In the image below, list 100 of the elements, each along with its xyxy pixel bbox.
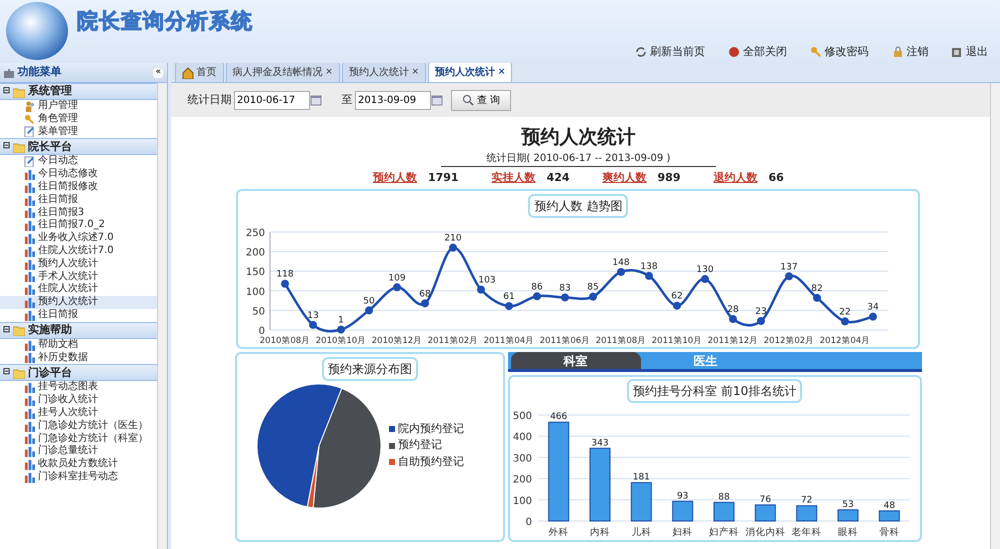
toggle-icon[interactable]: ⊟ xyxy=(2,84,10,98)
bar xyxy=(837,510,858,522)
menu-item[interactable]: 门急诊处方统计（科室） xyxy=(0,432,157,446)
axis-label: 200 xyxy=(512,474,532,486)
toolbar-button[interactable]: 修改密码 xyxy=(804,44,874,60)
summary-link[interactable]: 爽约人数 xyxy=(602,170,647,186)
collapse-button[interactable]: « xyxy=(152,66,164,78)
menu-item[interactable]: 门诊总量统计 xyxy=(0,445,157,458)
chart-icon xyxy=(24,382,35,394)
data-point xyxy=(281,280,290,288)
chart-icon xyxy=(24,182,35,193)
chart-icon xyxy=(24,169,35,180)
calendar-icon xyxy=(310,94,322,106)
close-button[interactable]: × xyxy=(498,66,506,80)
menu-item[interactable]: 预约人次统计 xyxy=(0,258,157,271)
menu-item[interactable]: 挂号人次统计 xyxy=(0,406,157,420)
data-label: 82 xyxy=(812,284,824,294)
data-label: 61 xyxy=(504,292,516,302)
axis-label: 400 xyxy=(512,432,532,444)
menu-group[interactable]: ⊟ 门诊平台 xyxy=(0,364,157,382)
date-field[interactable]: 2010-06-17 xyxy=(234,90,310,110)
query-button[interactable]: 查 询 xyxy=(451,90,512,110)
menu-item[interactable]: 往日简报修改 xyxy=(0,180,157,194)
data-point xyxy=(617,268,626,276)
menu-item[interactable]: 菜单管理 xyxy=(0,126,157,138)
menu-item[interactable]: 用户管理 xyxy=(0,100,157,113)
data-label: 103 xyxy=(478,275,496,286)
data-label: 76 xyxy=(759,495,771,506)
menu-item[interactable]: 收款员处方数统计 xyxy=(0,458,157,471)
menu-item[interactable]: 往日简报3 xyxy=(0,206,157,220)
menu-group[interactable]: ⊟ 院长平台 xyxy=(0,138,157,156)
menu-item[interactable]: 住院人次统计 xyxy=(0,283,157,296)
menu-item[interactable]: 帮助文档 xyxy=(0,338,157,352)
data-point xyxy=(561,293,570,302)
axis-label: 2012第02月 xyxy=(764,336,815,346)
axis-label: 骨科 xyxy=(879,527,900,538)
axis-label: 老年科 xyxy=(791,527,822,538)
chart-icon xyxy=(24,340,35,351)
axis-label: 100 xyxy=(512,496,532,508)
chart-title: 预约挂号分科室 前10排名统计 xyxy=(627,379,802,404)
close-button[interactable]: × xyxy=(325,66,333,80)
key-icon xyxy=(24,114,35,125)
data-label: 137 xyxy=(780,262,798,272)
menu-item[interactable]: 门急诊处方统计（医生） xyxy=(0,420,157,433)
summary-link[interactable]: 退约人数 xyxy=(714,170,758,186)
bar xyxy=(630,482,652,522)
axis-label: 250 xyxy=(246,228,266,239)
group-label: 院长平台 xyxy=(28,138,72,154)
toggle-icon[interactable]: ⊟ xyxy=(2,324,10,337)
menu-item[interactable]: 往日简报 xyxy=(0,308,157,322)
data-label: 88 xyxy=(718,492,730,503)
data-point xyxy=(673,301,682,310)
axis-label: 2011第12月 xyxy=(708,336,759,346)
summary-link[interactable]: 预约人数 xyxy=(372,170,417,186)
data-point xyxy=(365,306,374,314)
tab[interactable]: 预约人次统计 × xyxy=(428,62,512,82)
menu-item[interactable]: 预约人次统计 xyxy=(0,296,157,309)
axis-label: 0 xyxy=(259,326,266,337)
menu-item[interactable]: 门诊收入统计 xyxy=(0,394,157,407)
axis-label: 妇科 xyxy=(672,527,692,538)
tab[interactable]: 预约人次统计 × xyxy=(342,62,426,82)
menu-item[interactable]: 住院人次统计7.0 xyxy=(0,244,157,258)
date-field[interactable]: 2013-09-09 xyxy=(355,90,431,110)
data-point xyxy=(449,243,458,252)
menu-item[interactable]: 挂号动态图表 xyxy=(0,381,157,394)
tab[interactable]: 首页 xyxy=(174,62,224,82)
toggle-icon[interactable]: ⊟ xyxy=(2,140,10,154)
tab[interactable]: 科室 xyxy=(510,352,640,369)
axis-label: 50 xyxy=(252,306,266,318)
tab[interactable]: 病人押金及结帐情况 × xyxy=(226,62,340,82)
data-point xyxy=(757,316,766,325)
data-label: 118 xyxy=(276,270,294,280)
axis-label: 300 xyxy=(512,454,532,465)
menu-item[interactable]: 补历史数据 xyxy=(0,352,157,364)
toolbar-button[interactable]: 退出 xyxy=(945,44,994,60)
refresh-icon xyxy=(635,46,648,58)
summary-link[interactable]: 实挂人数 xyxy=(492,170,536,186)
data-point xyxy=(421,299,430,308)
toolbar-button[interactable]: 全部关闭 xyxy=(722,44,793,60)
menu-item[interactable]: 门诊科室挂号动态 xyxy=(0,470,157,484)
data-label: 86 xyxy=(532,282,544,292)
data-label: 109 xyxy=(388,273,406,284)
menu-item[interactable]: 往日简报 xyxy=(0,194,157,207)
toggle-icon[interactable]: ⊟ xyxy=(2,366,10,380)
menu-group[interactable]: ⊟ 实施帮助 xyxy=(0,322,157,339)
menu-item[interactable]: 往日简报7.0_2 xyxy=(0,219,157,232)
data-point xyxy=(645,272,654,280)
menu-item[interactable]: 手术人次统计 xyxy=(0,270,157,284)
toolbar-button[interactable]: 注销 xyxy=(886,44,934,60)
menu-item[interactable]: 业务收入综述7.0 xyxy=(0,232,157,245)
close-button[interactable]: × xyxy=(412,66,420,80)
axis-label: 儿科 xyxy=(631,527,652,538)
chart-icon xyxy=(24,395,35,406)
menu-item[interactable]: 今日动态修改 xyxy=(0,168,157,181)
search-icon xyxy=(462,94,474,106)
menu-group[interactable]: ⊟ 系统管理 xyxy=(0,83,157,100)
toolbar-button[interactable]: 刷新当前页 xyxy=(629,44,711,60)
menu-item[interactable]: 今日动态 xyxy=(0,155,157,168)
menu-item[interactable]: 角色管理 xyxy=(0,112,157,126)
data-label: 62 xyxy=(672,291,684,302)
